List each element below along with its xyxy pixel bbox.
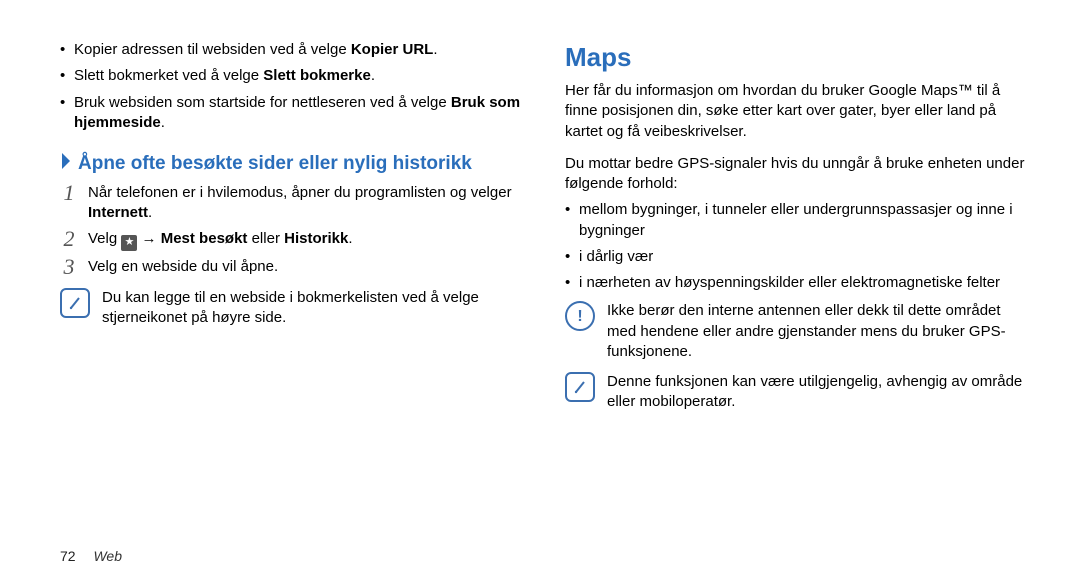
text: Når telefonen er i hvilemodus, åpner du … xyxy=(88,184,512,201)
text: . xyxy=(148,204,152,221)
subheading: Åpne ofte besøkte sider eller nylig hist… xyxy=(60,151,525,177)
bold: Slett bokmerke xyxy=(263,67,371,84)
text: . xyxy=(371,67,375,84)
note-icon xyxy=(60,288,90,318)
bold: Internett xyxy=(88,204,148,221)
page-footer: 72 Web xyxy=(60,548,122,564)
bold: Historikk xyxy=(284,230,348,247)
step-list: 1 Når telefonen er i hvilemodus, åpner d… xyxy=(60,183,525,278)
lead-paragraph: Du mottar bedre GPS-signaler hvis du unn… xyxy=(565,154,1030,195)
step-item: 1 Når telefonen er i hvilemodus, åpner d… xyxy=(60,183,525,224)
section-title: Maps xyxy=(565,40,1030,75)
text: . xyxy=(348,230,352,247)
text: . xyxy=(433,41,437,58)
right-bullet-list: mellom bygninger, i tunneler eller under… xyxy=(565,200,1030,293)
list-item: i dårlig vær xyxy=(565,247,1030,267)
warning-icon: ! xyxy=(565,301,595,331)
warning-block: ! Ikke berør den interne antennen eller … xyxy=(565,301,1030,362)
text: Bruk websiden som startside for nettlese… xyxy=(74,94,451,111)
list-item: Kopier adressen til websiden ved å velge… xyxy=(60,40,525,60)
note-icon xyxy=(565,372,595,402)
intro-paragraph: Her får du informasjon om hvordan du bru… xyxy=(565,81,1030,142)
list-item: mellom bygninger, i tunneler eller under… xyxy=(565,200,1030,241)
list-item: Slett bokmerket ved å velge Slett bokmer… xyxy=(60,66,525,86)
section-name: Web xyxy=(93,548,122,564)
text: Kopier adressen til websiden ved å velge xyxy=(74,41,351,58)
step-body: Når telefonen er i hvilemodus, åpner du … xyxy=(88,183,525,224)
subheading-text: Åpne ofte besøkte sider eller nylig hist… xyxy=(78,151,472,177)
bold: Kopier URL xyxy=(351,41,434,58)
left-column: Kopier adressen til websiden ved å velge… xyxy=(60,40,525,520)
note-text: Du kan legge til en webside i bokmerkeli… xyxy=(102,288,525,329)
text: eller xyxy=(247,230,284,247)
text: Slett bokmerket ved å velge xyxy=(74,67,263,84)
step-number: 3 xyxy=(60,256,78,278)
note-block: Du kan legge til en webside i bokmerkeli… xyxy=(60,288,525,329)
step-body: Velg en webside du vil åpne. xyxy=(88,257,525,277)
step-number: 1 xyxy=(60,182,78,204)
note-block: Denne funksjonen kan være utilgjengelig,… xyxy=(565,372,1030,413)
step-number: 2 xyxy=(60,228,78,250)
text: → xyxy=(137,230,160,247)
page-body: Kopier adressen til websiden ved å velge… xyxy=(0,0,1080,520)
text: Velg xyxy=(88,230,121,247)
list-item: Bruk websiden som startside for nettlese… xyxy=(60,93,525,134)
left-bullet-list: Kopier adressen til websiden ved å velge… xyxy=(60,40,525,133)
bold: Mest besøkt xyxy=(161,230,248,247)
star-icon: ★ xyxy=(121,235,137,251)
page-number: 72 xyxy=(60,548,76,564)
chevron-right-icon xyxy=(60,151,72,177)
step-item: 3 Velg en webside du vil åpne. xyxy=(60,257,525,278)
list-item: i nærheten av høyspenningskilder eller e… xyxy=(565,273,1030,293)
step-body: Velg ★ → Mest besøkt eller Historikk. xyxy=(88,229,525,250)
note-text: Denne funksjonen kan være utilgjengelig,… xyxy=(607,372,1030,413)
warning-text: Ikke berør den interne antennen eller de… xyxy=(607,301,1030,362)
right-column: Maps Her får du informasjon om hvordan d… xyxy=(565,40,1030,520)
step-item: 2 Velg ★ → Mest besøkt eller Historikk. xyxy=(60,229,525,250)
text: . xyxy=(161,114,165,131)
